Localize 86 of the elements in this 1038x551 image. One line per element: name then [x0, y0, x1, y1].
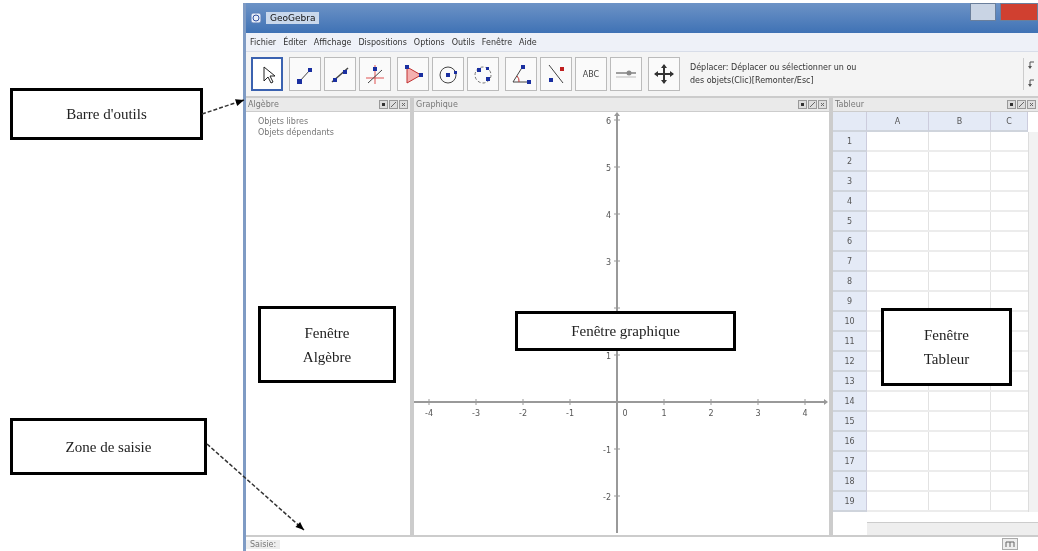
close-icon[interactable]	[818, 100, 827, 109]
axis-label: 5	[605, 164, 611, 173]
row-header[interactable]: 15	[833, 412, 867, 432]
annotation-label: Fenêtre graphique	[571, 322, 680, 341]
tool-button[interactable]	[359, 57, 391, 91]
axis-label: 4	[605, 211, 611, 220]
menu-item[interactable]: Outils	[451, 37, 475, 47]
tool-button[interactable]	[251, 57, 283, 91]
panel-title: Tableur	[835, 100, 865, 109]
close-icon[interactable]	[1027, 100, 1036, 109]
tool-button[interactable]: ABC	[575, 57, 607, 91]
style-bar-icon[interactable]	[1007, 100, 1016, 109]
perpendicular-lines-icon	[363, 62, 387, 86]
row-header[interactable]: 10	[833, 312, 867, 332]
annotation-label: Barre d'outils	[66, 105, 147, 124]
row-header[interactable]: 6	[833, 232, 867, 252]
tree-node[interactable]: Objets dépendants	[258, 127, 410, 138]
row-header[interactable]: 2	[833, 152, 867, 172]
row-header[interactable]: 9	[833, 292, 867, 312]
axis-label: 6	[605, 117, 611, 126]
horizontal-scrollbar[interactable]	[867, 522, 1038, 535]
row-header[interactable]: 11	[833, 332, 867, 352]
undock-icon[interactable]	[389, 100, 398, 109]
axis-label: -3	[472, 409, 480, 418]
menu-item[interactable]: Options	[413, 37, 445, 47]
tool-button[interactable]	[540, 57, 572, 91]
tool-button[interactable]	[467, 57, 499, 91]
four-arrows-icon	[652, 62, 676, 86]
window-title: GeoGebra	[266, 12, 320, 24]
input-label: Saisie:	[246, 539, 281, 549]
menu-item[interactable]: Dispositions	[358, 37, 407, 47]
menu-item[interactable]: Éditer	[283, 37, 307, 47]
column-header[interactable]: A	[867, 112, 929, 132]
row-header[interactable]: 17	[833, 452, 867, 472]
row-header[interactable]: 4	[833, 192, 867, 212]
menu-item[interactable]: Affichage	[313, 37, 352, 47]
axis-label: 4	[802, 409, 808, 418]
annotation-label: Fenêtre Algèbre	[301, 323, 353, 367]
annotation-label: Fenêtre Tableur	[922, 326, 971, 369]
row-header[interactable]: 5	[833, 212, 867, 232]
slider-icon	[616, 70, 636, 78]
style-bar-icon[interactable]	[379, 100, 388, 109]
axis-label: 2	[708, 409, 714, 418]
minimize-button[interactable]	[970, 3, 996, 21]
column-header[interactable]: C	[991, 112, 1028, 132]
panel-title: Algèbre	[248, 100, 279, 109]
menu-item[interactable]: Aide	[519, 37, 537, 47]
axis-label: 0	[622, 409, 628, 418]
tool-button[interactable]	[648, 57, 680, 91]
axis-label: 3	[755, 409, 761, 418]
row-header[interactable]: 14	[833, 392, 867, 412]
row-header[interactable]: 13	[833, 372, 867, 392]
tree-node[interactable]: Objets libres	[258, 116, 410, 127]
axis-label: 1	[661, 409, 667, 418]
undock-icon[interactable]	[1017, 100, 1026, 109]
row-header[interactable]: 8	[833, 272, 867, 292]
undock-icon[interactable]	[808, 100, 817, 109]
menu-item[interactable]: Fichier	[250, 37, 277, 47]
row-header[interactable]: 16	[833, 432, 867, 452]
tool-button[interactable]	[505, 57, 537, 91]
row-header[interactable]: 18	[833, 472, 867, 492]
axis-label: -2	[603, 493, 611, 502]
axis-label: -4	[425, 409, 433, 418]
tool-help-text: Déplacer: Déplacer ou sélectionner un ou des objets(Clic)[Remonter/Esc]	[690, 61, 858, 87]
tool-button[interactable]	[324, 57, 356, 91]
axis-label: -1	[566, 409, 574, 418]
row-header[interactable]: 7	[833, 252, 867, 272]
menu-item[interactable]: Fenêtre	[481, 37, 513, 47]
axis-label: -1	[603, 446, 611, 455]
row-header[interactable]: 1	[833, 132, 867, 152]
tool-button[interactable]	[432, 57, 464, 91]
panel-title: Graphique	[416, 100, 458, 109]
close-icon[interactable]	[399, 100, 408, 109]
annotation-label: Zone de saisie	[65, 437, 152, 457]
row-header[interactable]: 19	[833, 492, 867, 512]
row-header[interactable]: 3	[833, 172, 867, 192]
style-bar-icon[interactable]	[798, 100, 807, 109]
axis-label: 3	[605, 258, 611, 267]
axis-label: -2	[519, 409, 527, 418]
row-header[interactable]: 12	[833, 352, 867, 372]
tool-button[interactable]	[289, 57, 321, 91]
axis-label: 1	[605, 352, 611, 361]
vertical-scrollbar[interactable]	[1028, 132, 1038, 512]
column-header[interactable]: B	[929, 112, 991, 132]
tool-button[interactable]	[397, 57, 429, 91]
app-icon	[250, 12, 262, 24]
